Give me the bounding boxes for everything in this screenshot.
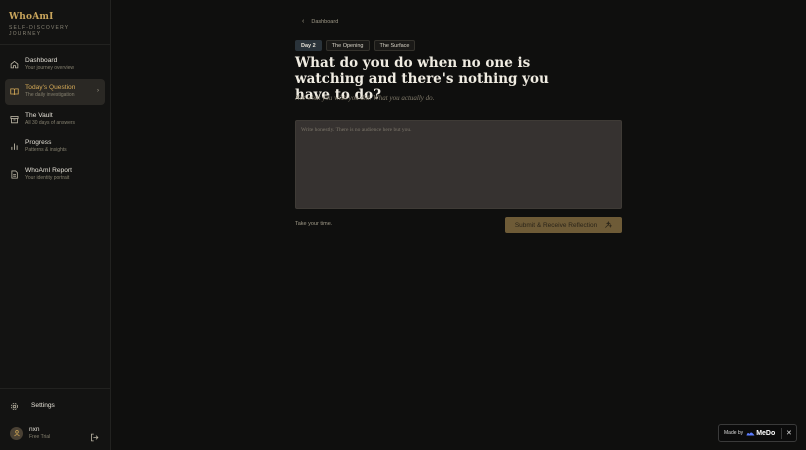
sidebar: WhoAmI SELF-DISCOVERY JOURNEY Dashboard … — [0, 0, 111, 450]
chevron-left-icon: ‹ — [302, 18, 305, 25]
home-icon — [10, 60, 19, 69]
badge-prefix: Made by — [724, 430, 744, 436]
gear-icon — [10, 402, 19, 411]
sidebar-item-progress[interactable]: Progress Patterns & insights — [5, 134, 105, 160]
avatar — [10, 426, 23, 440]
answer-textarea[interactable] — [295, 120, 622, 209]
sidebar-item-label: Today's Question — [25, 84, 76, 91]
sidebar-item-desc: All 30 days of answers — [25, 119, 76, 126]
medo-logo-icon — [746, 432, 755, 436]
sidebar-item-desc: Patterns & insights — [25, 147, 67, 153]
sidebar-footer: Settings nxn Free Trial — [0, 388, 111, 450]
question-subtitle: Not what you wish you did. What you actu… — [295, 94, 435, 102]
sidebar-item-label: Progress — [25, 139, 52, 146]
badge-divider — [781, 428, 782, 439]
sidebar-item-report[interactable]: WhoAmI Report Your identity portrait — [5, 161, 105, 187]
medo-logo: MeDo — [746, 430, 775, 437]
user-plan: Free Trial — [29, 433, 51, 440]
sidebar-item-label: WhoAmI Report — [25, 166, 72, 174]
user-name: nxn — [29, 425, 40, 433]
submit-button[interactable]: Submit & Receive Reflection — [505, 217, 622, 233]
sidebar-item-label: Dashboard — [25, 56, 58, 64]
made-by-badge[interactable]: Made by MeDo ✕ — [718, 424, 797, 442]
user-profile[interactable]: nxn Free Trial — [0, 420, 111, 446]
sparkle-icon — [604, 220, 613, 229]
close-icon[interactable]: ✕ — [786, 429, 792, 438]
hint-text: Take your time. — [295, 221, 333, 227]
sidebar-item-dashboard[interactable]: Dashboard Your journey overview — [5, 51, 105, 77]
book-icon — [10, 87, 19, 96]
sidebar-item-label: The Vault — [25, 111, 53, 119]
sidebar-item-todays-question[interactable]: Today's Question The daily investigation… — [5, 78, 105, 105]
main-content: ‹ Dashboard Day 2 The Opening The Surfac… — [111, 0, 806, 450]
breadcrumb[interactable]: ‹ Dashboard — [302, 18, 338, 25]
logout-icon[interactable] — [90, 429, 99, 442]
question-tags: Day 2 The Opening The Surface — [295, 40, 419, 51]
submit-label: Submit & Receive Reflection — [514, 221, 598, 229]
sidebar-item-desc: Your journey overview — [25, 64, 75, 71]
brand: WhoAmI SELF-DISCOVERY JOURNEY — [0, 0, 110, 45]
chart-icon — [10, 142, 19, 151]
document-icon — [10, 169, 19, 179]
badge-brand: MeDo — [756, 429, 776, 437]
settings-label: Settings — [31, 402, 55, 409]
chevron-right-icon: › — [97, 87, 99, 94]
brand-title: WhoAmI — [9, 12, 54, 22]
sidebar-item-desc: The daily investigation — [25, 92, 75, 98]
archive-icon — [10, 115, 19, 124]
settings-button[interactable]: Settings — [0, 392, 111, 420]
breadcrumb-label: Dashboard — [311, 18, 339, 25]
sidebar-nav: Dashboard Your journey overview Today's … — [0, 45, 110, 195]
phase-tag: The Opening — [325, 40, 370, 51]
sidebar-item-desc: Your identity portrait — [25, 174, 70, 181]
layer-tag: The Surface — [373, 40, 416, 51]
sidebar-item-vault[interactable]: The Vault All 30 days of answers — [5, 106, 105, 132]
day-badge: Day 2 — [295, 40, 322, 51]
brand-subtitle: SELF-DISCOVERY JOURNEY — [9, 25, 70, 37]
